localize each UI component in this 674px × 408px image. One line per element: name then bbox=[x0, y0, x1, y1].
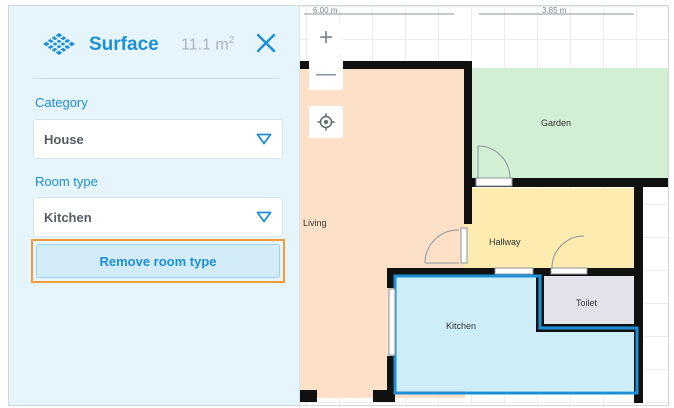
surface-area-value: 11.1 m bbox=[181, 36, 229, 54]
remove-room-type-highlight: Remove room type bbox=[31, 239, 285, 283]
close-icon[interactable] bbox=[253, 30, 279, 56]
dimension-left: 6.00 m bbox=[313, 6, 338, 15]
chevron-down-icon bbox=[256, 133, 272, 145]
category-select[interactable]: House bbox=[33, 119, 283, 159]
zoom-out-icon: — bbox=[316, 62, 336, 85]
surface-panel: Surface 11.1 m2 Category House Room type… bbox=[9, 6, 300, 405]
room-label-toilet: Toilet bbox=[576, 298, 598, 308]
category-label: Category bbox=[35, 95, 88, 110]
surface-area-unit: 2 bbox=[228, 35, 235, 46]
room-type-label: Room type bbox=[35, 174, 98, 189]
room-label-hallway: Hallway bbox=[489, 237, 521, 247]
panel-title: Surface bbox=[89, 34, 159, 55]
room-label-living: Living bbox=[303, 218, 327, 228]
remove-room-type-button[interactable]: Remove room type bbox=[36, 244, 280, 278]
room-label-kitchen: Kitchen bbox=[446, 321, 477, 331]
dimension-right: 3.85 m bbox=[542, 6, 567, 15]
room-type-select[interactable]: Kitchen bbox=[33, 197, 283, 237]
locate-button[interactable] bbox=[309, 106, 343, 138]
locate-icon bbox=[317, 113, 335, 131]
header-divider bbox=[33, 78, 279, 79]
panel-header: Surface 11.1 m2 bbox=[9, 6, 299, 84]
hallway-room[interactable] bbox=[464, 188, 634, 268]
zoom-out-button[interactable]: — bbox=[309, 58, 343, 90]
room-type-value: Kitchen bbox=[44, 210, 92, 225]
surface-area: 11.1 m2 bbox=[181, 35, 234, 54]
logo-icon bbox=[43, 33, 75, 55]
chevron-down-icon bbox=[256, 211, 272, 223]
app-frame: 6.00 m 3.85 m Living Garden Hallway Kitc… bbox=[8, 5, 669, 406]
category-value: House bbox=[44, 132, 84, 147]
room-label-garden: Garden bbox=[541, 118, 572, 128]
zoom-in-button[interactable]: + bbox=[309, 22, 343, 54]
zoom-in-icon: + bbox=[318, 24, 333, 51]
